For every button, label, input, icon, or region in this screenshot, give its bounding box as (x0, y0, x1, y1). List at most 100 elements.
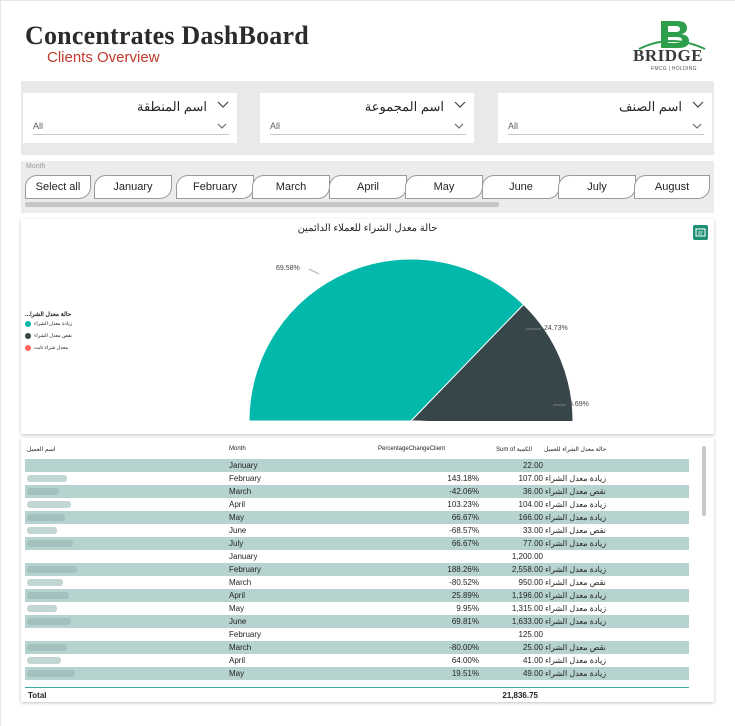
column-header-status[interactable]: حالة معدل الشراء للعميل (544, 446, 606, 453)
row-status: زيادة معدل الشراء (545, 604, 607, 613)
group-slicer[interactable]: اسم المجموعة All (260, 93, 474, 143)
row-month: February (229, 630, 262, 639)
row-sum-quantity: 166.00 (518, 513, 543, 522)
group-dropdown[interactable]: All (270, 120, 466, 135)
redacted-client-name (27, 670, 75, 677)
redacted-client-name (27, 657, 61, 664)
row-month: February (229, 474, 262, 483)
table-row[interactable]: February 188.26% 2,558.00 زيادة معدل الشراء (25, 563, 689, 576)
table-row[interactable]: July 66.67% 77.00 زيادة معدل الشراء (25, 537, 689, 550)
table-row[interactable]: March -80.00% 25.00 نقص معدل الشراء (25, 641, 689, 654)
month-slicer-caption: Month (26, 163, 46, 170)
table-row[interactable]: June -68.57% 33.00 نقص معدل الشراء (25, 524, 689, 537)
column-header-month[interactable]: Month (229, 446, 246, 452)
clients-table: اسم العميل Month PercentageChangeClient … (21, 438, 714, 702)
row-month: March (229, 578, 252, 587)
chevron-down-icon[interactable] (692, 99, 704, 109)
table-scrollbar[interactable] (702, 446, 706, 516)
table-row[interactable]: January 22.00 (25, 459, 689, 472)
table-row[interactable]: May 19.51% 49.00 زيادة معدل الشراء (25, 667, 689, 680)
row-sum-quantity: 1,633.00 (511, 617, 543, 626)
table-row[interactable]: February 125.00 (25, 628, 689, 641)
redacted-client-name (27, 475, 67, 482)
table-total-row: Total 21,836.75 (25, 687, 689, 701)
row-sum-quantity: 77.00 (522, 539, 543, 548)
row-status: زيادة معدل الشراء (545, 591, 607, 600)
month-option-june[interactable]: June (482, 175, 560, 199)
row-pct-change: 66.67% (451, 513, 479, 522)
month-option-select-all[interactable]: Select all (25, 175, 91, 199)
region-slicer[interactable]: اسم المنطقة All (23, 93, 237, 143)
table-header: اسم العميل Month PercentageChangeClient … (21, 446, 701, 460)
item-slicer[interactable]: اسم الصنف All (498, 93, 712, 143)
month-option-march[interactable]: March (252, 175, 330, 199)
redacted-client-name (27, 527, 57, 534)
redacted-client-name (27, 644, 67, 651)
row-status: زيادة معدل الشراء (545, 565, 607, 574)
row-status: زيادة معدل الشراء (545, 669, 607, 678)
row-sum-quantity: 1,196.00 (511, 591, 543, 600)
row-sum-quantity: 22.00 (522, 461, 543, 470)
region-dropdown-value: All (33, 121, 44, 131)
row-status: زيادة معدل الشراء (545, 539, 607, 548)
row-sum-quantity: 25.00 (522, 643, 543, 652)
row-status: نقص معدل الشراء (545, 578, 606, 587)
region-dropdown[interactable]: All (33, 120, 229, 135)
table-row[interactable]: April 64.00% 41.00 زيادة معدل الشراء (25, 654, 689, 667)
item-slicer-label: اسم الصنف (619, 99, 682, 114)
row-month: April (229, 591, 246, 600)
row-status: زيادة معدل الشراء (545, 500, 607, 509)
row-pct-change: 143.18% (447, 474, 479, 483)
chevron-down-icon[interactable] (217, 99, 229, 109)
table-row[interactable]: May 9.95% 1,315.00 زيادة معدل الشراء (25, 602, 689, 615)
redacted-client-name (27, 488, 59, 495)
table-row[interactable]: March -80.52% 950.00 نقص معدل الشراء (25, 576, 689, 589)
table-row[interactable]: February 143.18% 107.00 زيادة معدل الشراء (25, 472, 689, 485)
redacted-client-name (27, 579, 63, 586)
row-month: June (229, 526, 247, 535)
month-option-may[interactable]: May (405, 175, 483, 199)
row-pct-change: -68.57% (449, 526, 479, 535)
month-slicer-scrollbar[interactable] (25, 202, 499, 207)
redacted-client-name (27, 501, 71, 508)
redacted-client-name (27, 566, 77, 573)
month-option-january[interactable]: January (94, 175, 172, 199)
row-sum-quantity: 125.00 (518, 630, 543, 639)
pie-chart (21, 258, 714, 434)
row-month: April (229, 500, 246, 509)
table-row[interactable]: January 1,200.00 (25, 550, 689, 563)
chevron-down-icon (454, 123, 464, 129)
table-row[interactable]: April 103.23% 104.00 زيادة معدل الشراء (25, 498, 689, 511)
row-pct-change: 9.95% (456, 604, 479, 613)
row-month: March (229, 643, 252, 652)
total-value: 21,836.75 (502, 691, 538, 700)
row-pct-change: 188.26% (447, 565, 479, 574)
row-pct-change: 25.89% (451, 591, 479, 600)
slice-label-increase: 69.58% (276, 265, 300, 272)
chevron-down-icon (217, 123, 227, 129)
purchase-rate-chart-card: حالة معدل الشراء للعملاء الدائمين حالة م… (21, 219, 714, 434)
column-header-pct[interactable]: PercentageChangeClient (378, 446, 445, 452)
row-status: نقص معدل الشراء (545, 526, 606, 535)
month-option-august[interactable]: August (634, 175, 710, 199)
month-option-april[interactable]: April (329, 175, 407, 199)
table-row[interactable]: June 69.81% 1,633.00 زيادة معدل الشراء (25, 615, 689, 628)
redacted-client-name (27, 605, 57, 612)
row-sum-quantity: 36.00 (522, 487, 543, 496)
month-option-july[interactable]: July (558, 175, 636, 199)
table-row[interactable]: May 66.67% 166.00 زيادة معدل الشراء (25, 511, 689, 524)
chevron-down-icon[interactable] (454, 99, 466, 109)
row-sum-quantity: 107.00 (518, 474, 543, 483)
column-header-sum[interactable]: Sum of الكمية (496, 446, 532, 453)
row-status: زيادة معدل الشراء (545, 656, 607, 665)
item-dropdown[interactable]: All (508, 120, 704, 135)
row-pct-change: -80.00% (449, 643, 479, 652)
month-option-february[interactable]: February (176, 175, 254, 199)
table-row[interactable]: March -42.06% 36.00 نقص معدل الشراء (25, 485, 689, 498)
row-month: January (229, 461, 258, 470)
column-header-client[interactable]: اسم العميل (27, 446, 56, 453)
row-sum-quantity: 1,315.00 (511, 604, 543, 613)
table-row[interactable]: April 25.89% 1,196.00 زيادة معدل الشراء (25, 589, 689, 602)
row-pct-change: -80.52% (449, 578, 479, 587)
chevron-down-icon (692, 123, 702, 129)
